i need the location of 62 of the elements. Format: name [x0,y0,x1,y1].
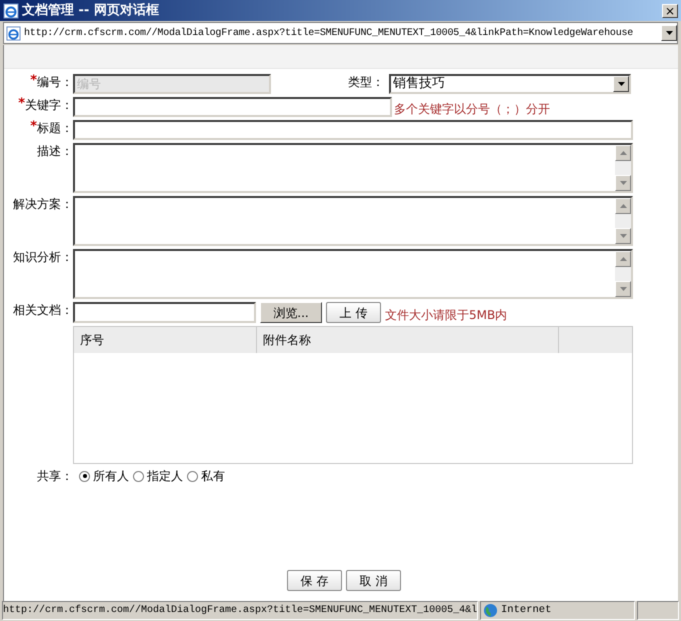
field-label: 类型： [348,74,384,90]
radio-label: 私有 [201,468,225,485]
up-arrow-icon [620,151,626,155]
address-field[interactable]: http://crm.cfscrm.com//ModalDialogFrame.aspx?title=SMENUFUNC_MENUTEXT_10005_4&linkPath=KnowledgeWarehouse [3,22,678,44]
radio-button[interactable] [133,470,144,482]
column-header: 附件名称 [257,327,559,353]
globe-icon [483,603,498,618]
title-field[interactable] [73,120,633,140]
scroll-down-button[interactable] [615,228,631,244]
keywords-field[interactable] [73,97,392,117]
down-arrow-icon [620,234,626,238]
field-label: 描述： [37,143,73,159]
scrollbar[interactable] [615,145,631,191]
save-button[interactable]: 保 存 [287,570,342,591]
text-area[interactable] [73,196,633,246]
browser-icon [3,2,19,18]
dropdown-button[interactable] [661,25,677,41]
radio-button[interactable] [79,470,90,482]
address-url: http://crm.cfscrm.com//ModalDialogFrame.aspx?title=SMENUFUNC_MENUTEXT_10005_4&linkPath=KnowledgeWarehouse [24,26,634,40]
radio-label: 指定人 [147,468,183,485]
caret-icon [666,31,672,35]
security-zone: Internet [501,602,552,618]
down-arrow-icon [620,287,626,291]
field-label: 关键字： [25,97,73,113]
required-mark: * [30,120,37,133]
close-button[interactable]: × [662,4,678,18]
scrollbar[interactable] [615,198,631,244]
browse-button[interactable]: 浏览... [260,302,322,323]
required-mark: * [18,97,25,110]
down-arrow-icon [620,181,626,185]
text-area[interactable] [73,249,633,299]
cancel-button[interactable]: 取 消 [346,570,401,591]
file-path-field[interactable] [73,302,256,323]
scroll-up-button[interactable] [615,198,631,214]
field-label: 共享： [37,468,73,485]
hint-text: 文件大小请限于5MB内 [385,307,508,324]
up-arrow-icon [620,257,626,261]
scroll-down-button[interactable] [615,281,631,297]
column-header: 序号 [74,327,257,353]
hint-text: 多个关键字以分号（；）分开 [394,101,550,118]
field-label: 编号： [37,74,73,90]
browser-icon [6,26,21,40]
required-mark: * [30,74,37,87]
field-label: 解决方案： [13,196,73,212]
radio-label: 所有人 [93,468,129,485]
window-title: 文档管理 -- 网页对话框 [22,2,160,20]
scroll-up-button[interactable] [615,251,631,267]
status-url: http://crm.cfscrm.com//ModalDialogFrame.aspx?title=SMENUFUNC_MENUTEXT_10005_4&l [3,604,477,618]
text-area[interactable] [73,143,633,193]
scroll-down-button[interactable] [615,175,631,191]
upload-button[interactable]: 上 传 [326,302,381,323]
scroll-up-button[interactable] [615,145,631,161]
field-label: 相关文档： [13,302,73,318]
field-label: 标题： [37,120,73,136]
radio-button[interactable] [187,470,198,482]
scrollbar[interactable] [615,251,631,297]
field-label: 知识分析： [13,249,73,265]
caret-icon [618,82,624,86]
dropdown-button[interactable] [613,76,629,92]
up-arrow-icon [620,204,626,208]
dropdown-value: 销售技巧 [392,75,446,94]
type-dropdown[interactable]: 销售技巧 [389,74,631,94]
